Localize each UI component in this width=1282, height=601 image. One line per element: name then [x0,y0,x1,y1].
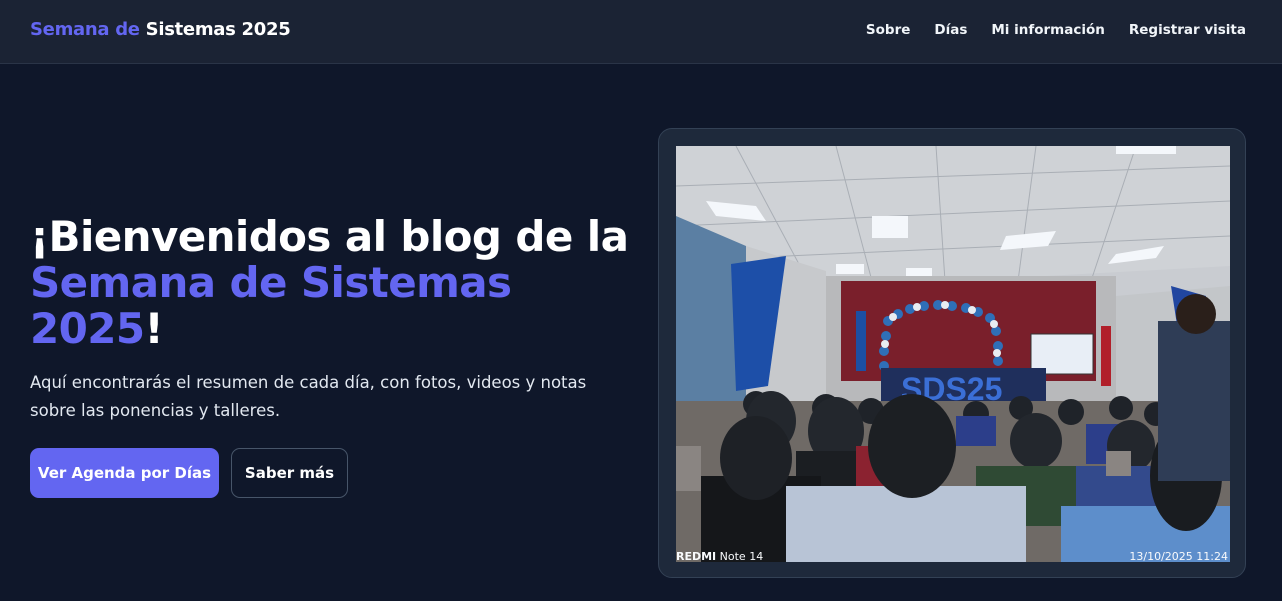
camera-model: Note 14 [719,550,764,563]
nav-link-dias[interactable]: Días [934,22,967,38]
hero-title-accent: Semana de Sistemas 2025 [30,258,512,353]
auditorium-illustration: SDS25 [676,146,1230,562]
nav-link-sobre[interactable]: Sobre [866,22,910,38]
event-photo: SDS25 [676,146,1230,562]
main-nav: Sobre Días Mi información Registrar visi… [866,22,1246,38]
hero-title: ¡Bienvenidos al blog de la Semana de Sis… [30,214,630,352]
brand-accent-text: Semana de [30,19,140,40]
photo-card: SDS25 REDMI Note 14 13/10/2025 11:24 [658,128,1246,578]
camera-brand: REDMI [676,550,717,563]
view-agenda-button[interactable]: Ver Agenda por Días [30,448,219,498]
camera-watermark: REDMI Note 14 [676,550,763,563]
brand-rest-text: Sistemas 2025 [145,19,291,40]
hero-title-prefix: ¡Bienvenidos al blog de la [30,212,629,261]
photo-timestamp: 13/10/2025 11:24 [1129,550,1228,563]
hero-description: Aquí encontrarás el resumen de cada día,… [30,373,587,420]
nav-link-mi-informacion[interactable]: Mi información [991,22,1105,38]
top-navbar: Semana de Sistemas 2025 Sobre Días Mi in… [0,0,1282,64]
nav-link-registrar-visita[interactable]: Registrar visita [1129,22,1246,38]
learn-more-button[interactable]: Saber más [231,448,348,498]
brand-logo[interactable]: Semana de Sistemas 2025 [30,19,291,40]
hero-title-suffix: ! [144,304,164,353]
